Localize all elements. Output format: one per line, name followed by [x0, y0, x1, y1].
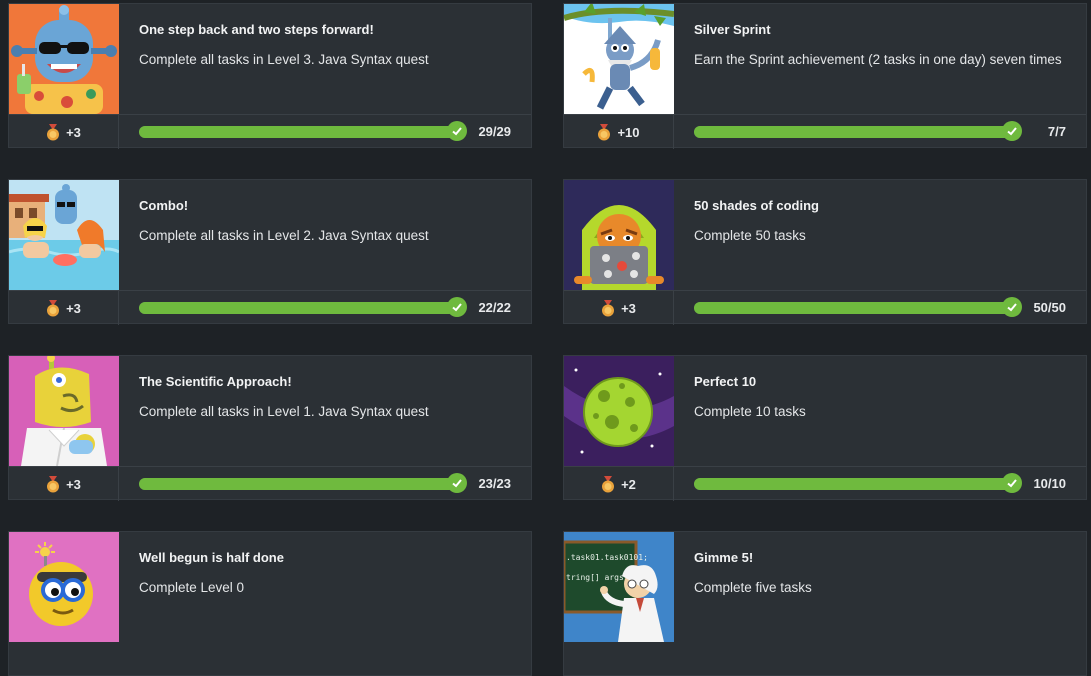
progress-count: 50/50	[1033, 300, 1066, 315]
reward-value: +2	[621, 476, 636, 492]
medal-icon	[602, 475, 615, 492]
achievement-card[interactable]: The Scientific Approach! Complete all ta…	[8, 355, 532, 501]
progress-fill	[694, 478, 1010, 490]
medal-icon	[47, 475, 60, 492]
progress-fill	[694, 302, 1010, 314]
achievement-description: Complete all tasks in Level 3. Java Synt…	[139, 52, 429, 67]
achievement-card[interactable]: Silver Sprint Earn the Sprint achievemen…	[563, 3, 1087, 149]
reward-value: +3	[66, 300, 81, 316]
achievement-image	[9, 4, 119, 114]
medal-icon	[47, 299, 60, 316]
medal-icon	[598, 123, 611, 140]
achievement-footer: +3 29/29	[9, 114, 531, 149]
achievement-card[interactable]: Well begun is half done Complete Level 0	[8, 531, 532, 676]
achievement-footer: +3 50/50	[564, 290, 1086, 325]
achievement-description: Complete 50 tasks	[694, 228, 806, 243]
achievement-description: Earn the Sprint achievement (2 tasks in …	[694, 52, 1062, 67]
progress-bar	[694, 478, 1010, 490]
achievement-footer: +3 23/23	[9, 466, 531, 501]
progress-count: 22/22	[478, 300, 511, 315]
progress-count: 23/23	[478, 476, 511, 491]
achievement-description: Complete all tasks in Level 1. Java Synt…	[139, 404, 429, 419]
achievement-card[interactable]: Perfect 10 Complete 10 tasks +2 10/10	[563, 355, 1087, 501]
progress-fill	[139, 302, 455, 314]
reward: +10	[564, 115, 674, 149]
check-icon	[1002, 473, 1022, 493]
achievement-description: Complete 10 tasks	[694, 404, 806, 419]
achievement-description: Complete all tasks in Level 2. Java Synt…	[139, 228, 429, 243]
achievement-description: Complete five tasks	[694, 580, 812, 595]
reward-value: +3	[621, 300, 636, 316]
progress-count: 29/29	[478, 124, 511, 139]
reward: +2	[564, 467, 674, 501]
progress-fill	[139, 126, 455, 138]
achievement-footer: +3 22/22	[9, 290, 531, 325]
achievement-title: Silver Sprint	[694, 22, 771, 37]
achievement-title: Combo!	[139, 198, 189, 213]
achievement-footer: +10 7/7	[564, 114, 1086, 149]
achievement-image	[564, 180, 674, 290]
reward-value: +10	[617, 124, 640, 140]
achievement-card[interactable]: One step back and two steps forward! Com…	[8, 3, 532, 149]
achievement-image	[9, 532, 119, 642]
achievement-image: .task01.task0101; tring[] args) {	[564, 532, 674, 642]
progress-fill	[139, 478, 455, 490]
progress-bar	[139, 126, 455, 138]
achievement-image	[9, 356, 119, 466]
check-icon	[447, 121, 467, 141]
progress-fill	[694, 126, 1010, 138]
progress-count: 10/10	[1033, 476, 1066, 491]
medal-icon	[602, 299, 615, 316]
check-icon	[447, 297, 467, 317]
achievement-title: Perfect 10	[694, 374, 757, 389]
achievement-card[interactable]: Combo! Complete all tasks in Level 2. Ja…	[8, 179, 532, 325]
achievement-image	[564, 356, 674, 466]
achievement-description: Complete Level 0	[139, 580, 245, 595]
reward-value: +3	[66, 124, 81, 140]
achievement-title: Gimme 5!	[694, 550, 754, 565]
reward: +3	[564, 291, 674, 325]
chalkboard-line-1: .task01.task0101;	[566, 553, 648, 562]
check-icon	[1002, 297, 1022, 317]
reward: +3	[9, 115, 119, 149]
reward: +3	[9, 467, 119, 501]
progress-bar	[694, 126, 1010, 138]
achievement-footer: +2 10/10	[564, 466, 1086, 501]
reward: +3	[9, 291, 119, 325]
check-icon	[447, 473, 467, 493]
achievement-title: One step back and two steps forward!	[139, 22, 374, 37]
reward-value: +3	[66, 476, 81, 492]
progress-count: 7/7	[1047, 124, 1066, 139]
check-icon	[1002, 121, 1022, 141]
medal-icon	[47, 123, 60, 140]
progress-bar	[694, 302, 1010, 314]
progress-bar	[139, 302, 455, 314]
achievement-title: Well begun is half done	[139, 550, 284, 565]
achievement-card[interactable]: .task01.task0101; tring[] args) { Gimme …	[563, 531, 1087, 676]
achievement-card[interactable]: 50 shades of coding Complete 50 tasks +3…	[563, 179, 1087, 325]
achievement-image	[564, 4, 674, 114]
progress-bar	[139, 478, 455, 490]
achievement-title: 50 shades of coding	[694, 198, 819, 213]
achievement-title: The Scientific Approach!	[139, 374, 292, 389]
achievement-image	[9, 180, 119, 290]
